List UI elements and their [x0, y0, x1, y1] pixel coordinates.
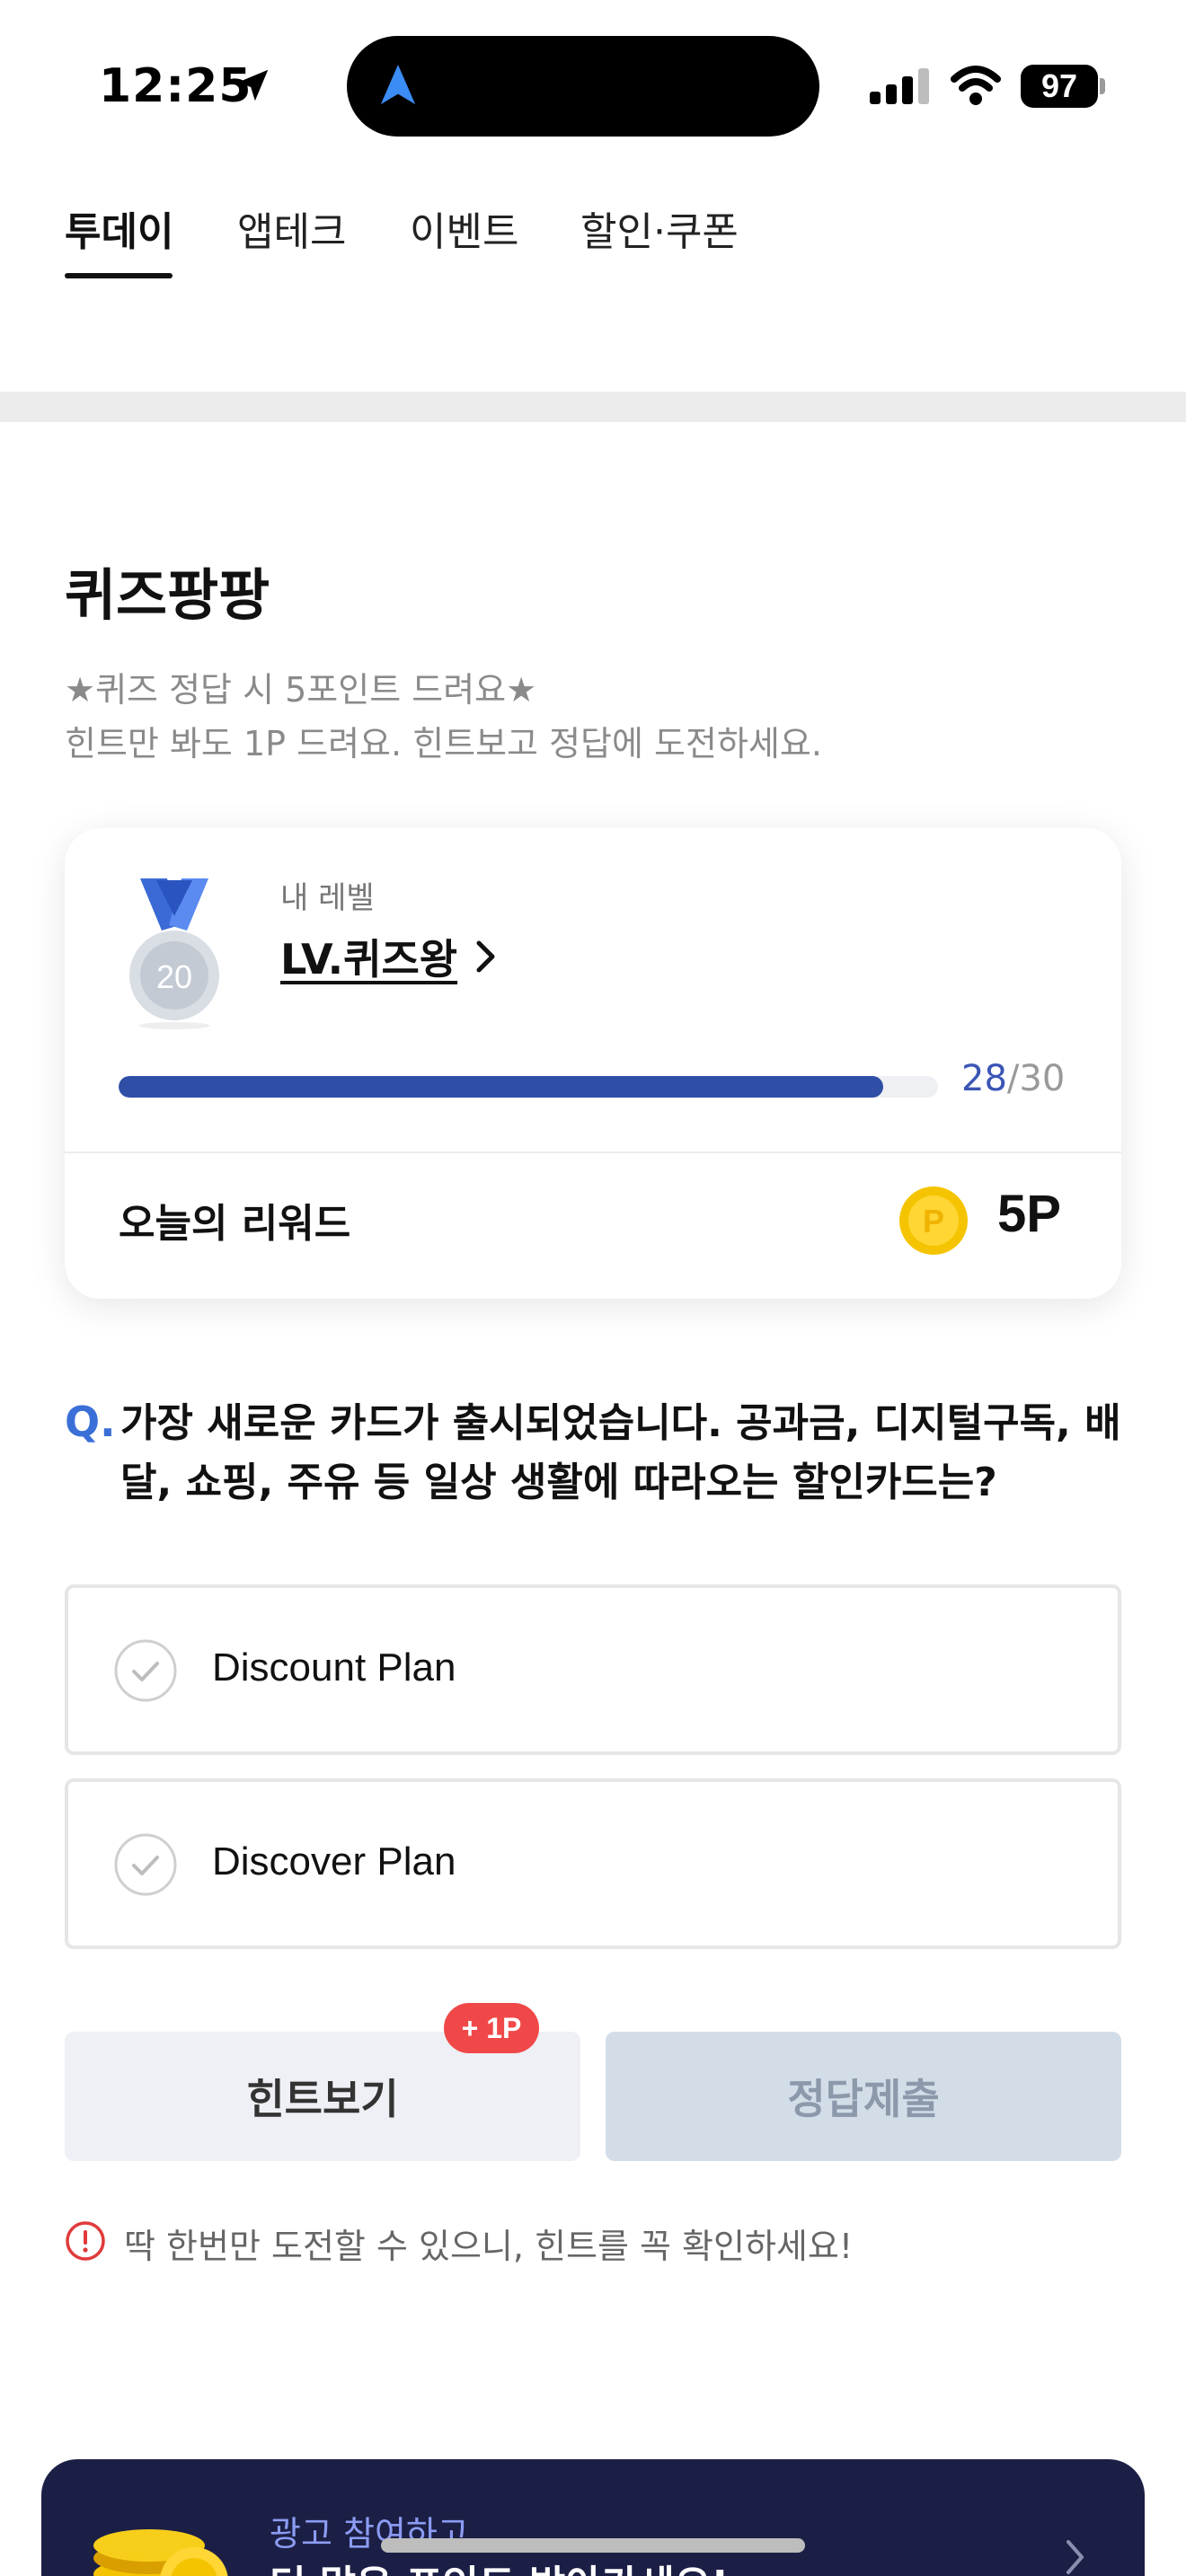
- chevron-right-icon[interactable]: [473, 936, 500, 977]
- card-divider: [65, 1151, 1121, 1153]
- medal-icon: 20: [129, 878, 219, 1029]
- battery-icon: 97: [1021, 65, 1105, 108]
- active-tab-indicator: [65, 273, 173, 278]
- navigation-icon: [380, 65, 416, 105]
- location-arrow-icon: [236, 69, 269, 101]
- progress-current: 28: [961, 1058, 1007, 1099]
- progress-total: 30: [1019, 1058, 1066, 1099]
- answer-option-2[interactable]: Discover Plan: [65, 1778, 1121, 1949]
- question-text: 가장 새로운 카드가 출시되었습니다. 공과금, 디지털구독, 배달, 쇼핑, …: [120, 1400, 1121, 1505]
- top-tabs: 투데이 앱테크 이벤트 할인·쿠폰: [0, 171, 1186, 296]
- tab-today[interactable]: 투데이: [65, 199, 173, 257]
- level-name-link[interactable]: LV.퀴즈왕: [280, 927, 457, 986]
- warning-icon: [66, 2221, 105, 2261]
- status-bar: 12:25 97: [0, 0, 1186, 171]
- medal-number: 20: [156, 958, 192, 995]
- level-card: 20 내 레벨 LV.퀴즈왕 28/30 오늘의 리워드 P 5P: [65, 828, 1121, 1299]
- chevron-right-icon: [1067, 2540, 1084, 2574]
- coins-stack-icon: [93, 2529, 228, 2576]
- battery-level: 97: [1021, 65, 1098, 108]
- signal-icon: [870, 68, 929, 104]
- level-progress-bar: [119, 1076, 938, 1098]
- quiz-title: 퀴즈팡팡: [65, 562, 270, 628]
- hint-point-badge: + 1P: [444, 2003, 539, 2053]
- warning-text: 딱 한번만 도전할 수 있으니, 힌트를 꼭 확인하세요!: [124, 2227, 854, 2266]
- answer-option-1[interactable]: Discount Plan: [65, 1584, 1121, 1755]
- status-time: 12:25: [99, 59, 252, 113]
- level-label: 내 레벨: [280, 880, 375, 916]
- today-reward-label: 오늘의 리워드: [119, 1201, 351, 1247]
- tab-event[interactable]: 이벤트: [410, 199, 518, 257]
- answer-option-label: Discover Plan: [212, 1839, 456, 1883]
- level-progress-fill: [119, 1076, 883, 1098]
- submit-answer-button[interactable]: 정답제출: [606, 2032, 1121, 2161]
- section-divider: [0, 392, 1186, 422]
- coin-icon: P: [899, 1187, 968, 1255]
- quiz-description: ★퀴즈 정답 시 5포인트 드려요★ 힌트만 봐도 1P 드려요. 힌트보고 정…: [65, 663, 822, 771]
- progress-separator: /: [1006, 1058, 1020, 1099]
- home-indicator[interactable]: [381, 2538, 805, 2553]
- ad-banner[interactable]: 광고 참여하고 더 많은 포인트 받아가세요!: [41, 2459, 1145, 2576]
- question-marker: Q.: [65, 1398, 116, 1446]
- check-circle-icon[interactable]: [113, 1638, 178, 1703]
- battery-tip: [1100, 78, 1105, 94]
- quiz-desc-line2: 힌트만 봐도 1P 드려요. 힌트보고 정답에 도전하세요.: [65, 724, 822, 763]
- tab-discount-coupon[interactable]: 할인·쿠폰: [580, 199, 739, 257]
- wifi-icon: [951, 66, 1001, 105]
- today-reward-value: 5P: [997, 1185, 1061, 1243]
- tab-apptech[interactable]: 앱테크: [237, 199, 346, 257]
- coin-letter: P: [923, 1203, 944, 1239]
- ad-title: 더 많은 포인트 받아가세요!: [270, 2553, 729, 2576]
- level-progress-count: 28/30: [961, 1058, 1065, 1099]
- answer-option-label: Discount Plan: [212, 1645, 456, 1689]
- quiz-desc-line1: ★퀴즈 정답 시 5포인트 드려요★: [65, 670, 537, 710]
- check-circle-icon[interactable]: [113, 1832, 178, 1897]
